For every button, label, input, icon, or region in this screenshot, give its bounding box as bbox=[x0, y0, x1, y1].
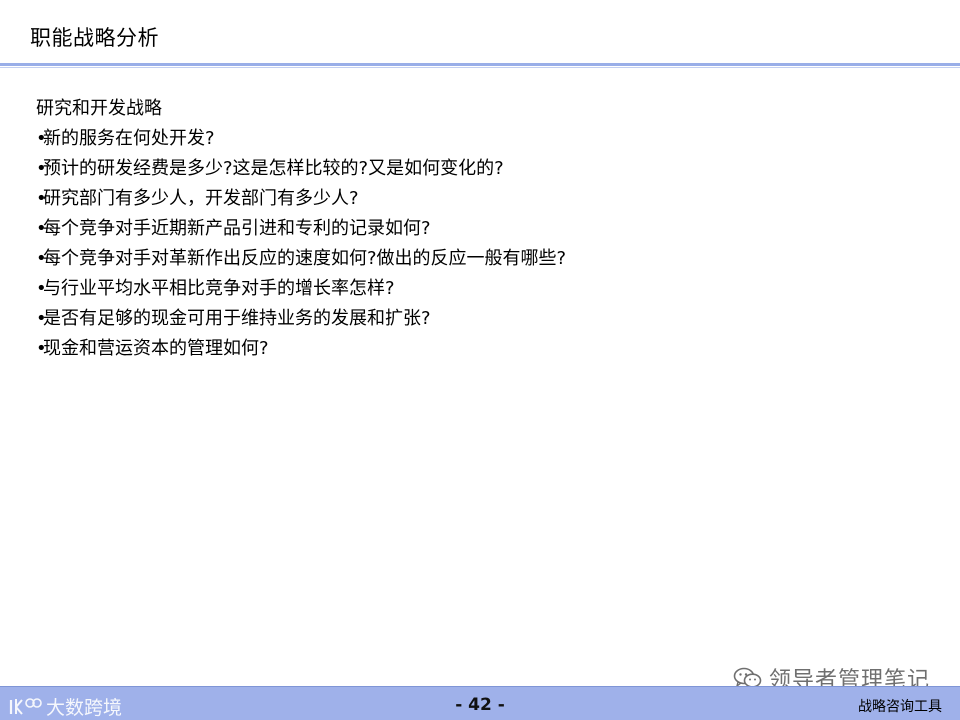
bullet-item: •是否有足够的现金可用于维持业务的发展和扩张? bbox=[36, 304, 916, 334]
bullet-text: 与行业平均水平相比竞争对手的增长率怎样? bbox=[43, 278, 395, 299]
bullet-text: 每个竞争对手对革新作出反应的速度如何?做出的反应一般有哪些? bbox=[43, 248, 567, 269]
slide-title: 职能战略分析 bbox=[30, 26, 159, 50]
slide-content: 研究和开发战略 •新的服务在何处开发? •预计的研发经费是多少?这是怎样比较的?… bbox=[36, 94, 916, 364]
bullet-text: 预计的研发经费是多少?这是怎样比较的?又是如何变化的? bbox=[43, 158, 504, 179]
bullet-item: •与行业平均水平相比竞争对手的增长率怎样? bbox=[36, 274, 916, 304]
slide: 职能战略分析 研究和开发战略 •新的服务在何处开发? •预计的研发经费是多少?这… bbox=[0, 0, 960, 720]
bullet-item: •预计的研发经费是多少?这是怎样比较的?又是如何变化的? bbox=[36, 154, 916, 184]
bullet-item: •新的服务在何处开发? bbox=[36, 124, 916, 154]
bullet-text: 是否有足够的现金可用于维持业务的发展和扩张? bbox=[43, 308, 431, 329]
bullet-item: •每个竞争对手近期新产品引进和专利的记录如何? bbox=[36, 214, 916, 244]
section-heading: 研究和开发战略 bbox=[36, 98, 162, 119]
footer-bar: 大数跨境 - 42 - 战略咨询工具 bbox=[0, 686, 960, 720]
bullet-marker: • bbox=[36, 128, 47, 149]
bullet-item: •每个竞争对手对革新作出反应的速度如何?做出的反应一般有哪些? bbox=[36, 244, 916, 274]
bullet-text: 新的服务在何处开发? bbox=[43, 128, 215, 149]
footer-label: 战略咨询工具 bbox=[858, 699, 942, 715]
bullet-text: 现金和营运资本的管理如何? bbox=[43, 338, 269, 359]
bullet-item: •研究部门有多少人，开发部门有多少人? bbox=[36, 184, 916, 214]
bullet-marker: • bbox=[36, 308, 47, 329]
bullet-marker: • bbox=[36, 188, 47, 209]
bullet-marker: • bbox=[36, 218, 47, 239]
bullet-marker: • bbox=[36, 248, 47, 269]
title-divider bbox=[0, 63, 960, 66]
bullet-marker: • bbox=[36, 338, 47, 359]
bullet-text: 研究部门有多少人，开发部门有多少人? bbox=[43, 188, 359, 209]
page-number: - 42 - bbox=[455, 695, 505, 715]
bullet-marker: • bbox=[36, 158, 47, 179]
bullet-item: •现金和营运资本的管理如何? bbox=[36, 334, 916, 364]
title-divider-thin bbox=[0, 67, 960, 68]
bullet-text: 每个竞争对手近期新产品引进和专利的记录如何? bbox=[43, 218, 431, 239]
bullet-marker: • bbox=[36, 278, 47, 299]
